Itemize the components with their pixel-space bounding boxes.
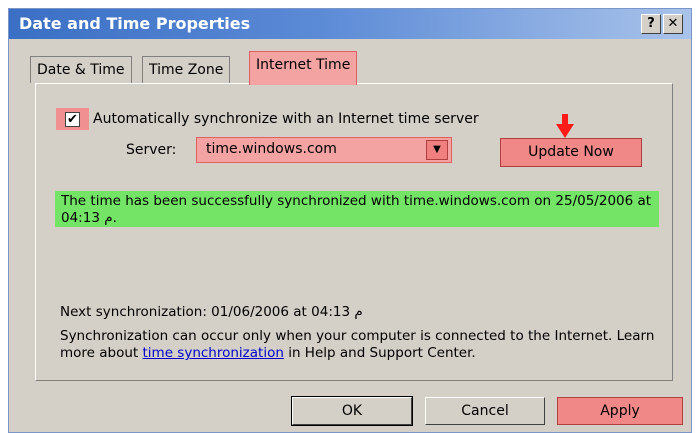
next-sync-text: Next synchronization: 01/06/2006 at 04:1… — [60, 304, 363, 320]
internet-time-panel: ✔ Automatically synchronize with an Inte… — [35, 83, 673, 381]
sync-status-message: The time has been successfully synchroni… — [55, 191, 659, 227]
apply-button[interactable]: Apply — [557, 397, 683, 425]
window-title: Date and Time Properties — [19, 14, 251, 33]
red-arrow-icon — [556, 114, 574, 138]
dropdown-arrow-icon[interactable]: ▼ — [426, 140, 448, 160]
tab-date-time[interactable]: Date & Time — [30, 56, 132, 83]
time-sync-link[interactable]: time synchronization — [143, 345, 284, 361]
title-bar: Date and Time Properties ? ✕ — [9, 9, 691, 39]
server-value: time.windows.com — [206, 141, 337, 157]
info-text: Synchronization can occur only when your… — [60, 328, 660, 362]
sync-checkbox-highlight: ✔ — [56, 108, 89, 130]
update-now-button[interactable]: Update Now — [500, 138, 642, 167]
date-time-properties-window: Date and Time Properties ? ✕ Date & Time… — [8, 8, 692, 433]
tab-strip: Date & Time Time Zone Internet Time — [9, 39, 691, 85]
server-label: Server: — [126, 142, 177, 158]
tab-internet-time[interactable]: Internet Time — [249, 51, 358, 85]
tab-time-zone[interactable]: Time Zone — [142, 56, 231, 83]
server-select[interactable]: time.windows.com ▼ — [196, 137, 452, 163]
info-text-after: in Help and Support Center. — [283, 345, 476, 361]
sync-option: ✔ Automatically synchronize with an Inte… — [56, 108, 479, 130]
ok-button[interactable]: OK — [291, 396, 413, 426]
close-button[interactable]: ✕ — [663, 14, 683, 34]
sync-checkbox[interactable]: ✔ — [65, 111, 80, 127]
cancel-button[interactable]: Cancel — [425, 397, 545, 425]
help-button[interactable]: ? — [641, 14, 661, 34]
sync-checkbox-label[interactable]: Automatically synchronize with an Intern… — [93, 111, 479, 127]
